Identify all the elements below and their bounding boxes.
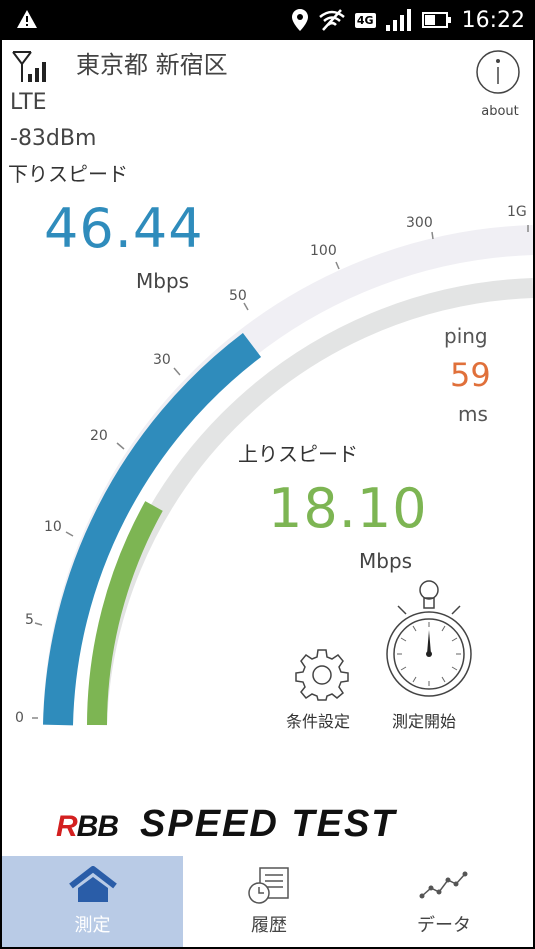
about-label: about: [481, 104, 519, 119]
gauge-tick-label: 50: [229, 288, 247, 304]
settings-label: 条件設定: [286, 712, 351, 731]
app-screen: 0 5 10 20 30 50 100 300 1G 東京都 新宿区 LTE -…: [2, 40, 533, 947]
gauge-tick-label: 300: [406, 215, 433, 231]
tab-data[interactable]: データ: [355, 856, 533, 947]
gauge-tick-label: 0: [15, 710, 24, 726]
home-icon: [68, 866, 117, 902]
upload-label: 上りスピード: [238, 442, 358, 466]
signal-icon: [385, 9, 411, 31]
logo-product: SPEED TEST: [140, 803, 397, 845]
download-label: 下りスピード: [8, 162, 128, 186]
gauge-tick-label: 1G: [507, 204, 527, 220]
tab-data-label: データ: [417, 915, 471, 936]
settings-button[interactable]: 条件設定: [282, 646, 362, 732]
location-text: 東京都 新宿区: [76, 51, 228, 79]
ping-label: ping: [444, 324, 488, 348]
status-bar: 4G 16:22: [0, 0, 535, 40]
tab-measure[interactable]: 測定: [2, 856, 183, 947]
history-icon: [248, 867, 289, 904]
tab-measure-label: 測定: [74, 915, 111, 936]
tab-history-label: 履歴: [251, 915, 287, 936]
tab-history[interactable]: 履歴: [183, 856, 355, 947]
rbb-speedtest-logo: RBB SPEED TEST: [56, 804, 397, 844]
stopwatch-icon: [386, 580, 472, 697]
warning-icon: [17, 10, 37, 28]
antenna-icon: [12, 51, 46, 82]
ping-unit: ms: [458, 402, 488, 426]
upload-value: 18.10: [268, 477, 428, 540]
gauge-tick-label: 5: [25, 612, 34, 628]
clock: 16:22: [461, 7, 525, 33]
bottom-tab-bar: 測定 履歴 データ: [2, 856, 533, 947]
gear-icon: [295, 649, 349, 701]
battery-icon: [421, 12, 451, 28]
network-type: LTE: [10, 90, 47, 115]
gauge-tick-label: 100: [310, 243, 337, 259]
download-value: 46.44: [44, 197, 204, 260]
4g-icon: 4G: [354, 12, 376, 28]
start-button[interactable]: 測定開始: [382, 578, 476, 732]
logo-brand: RBB: [56, 810, 119, 843]
gauge-tick-label: 10: [44, 519, 62, 535]
upload-unit: Mbps: [359, 549, 413, 573]
signal-strength: -83dBm: [10, 126, 97, 151]
no-wifi-icon: [319, 9, 345, 31]
location-icon: [291, 9, 308, 31]
gauge-tick-label: 20: [90, 428, 108, 444]
about-button[interactable]: about: [472, 48, 528, 119]
download-unit: Mbps: [136, 269, 190, 293]
gauge-tick-label: 30: [153, 352, 171, 368]
data-chart-icon: [419, 871, 468, 899]
start-label: 測定開始: [392, 712, 457, 731]
ping-value: 59: [450, 356, 491, 394]
info-icon: [476, 50, 520, 94]
